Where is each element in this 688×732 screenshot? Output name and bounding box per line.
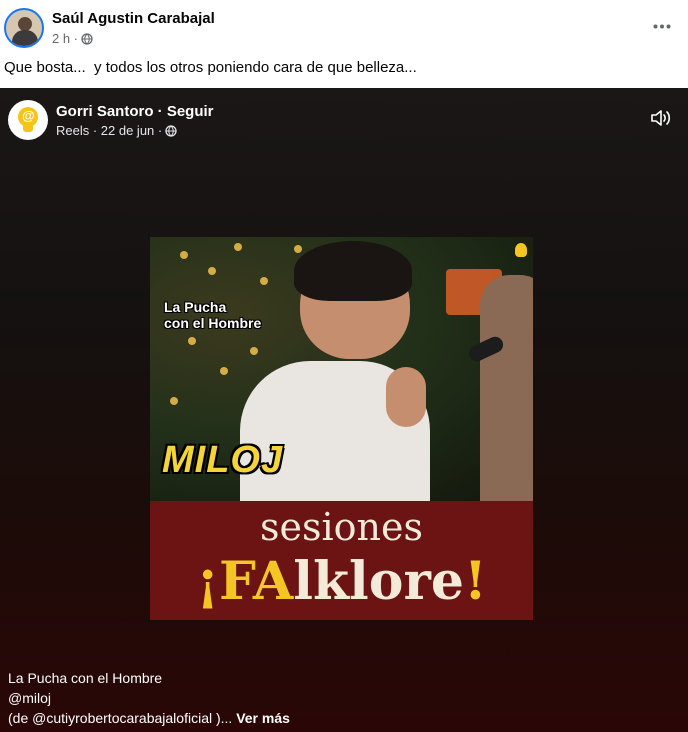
page-name-follow[interactable]: Gorri Santoro · Seguir [56, 103, 214, 120]
brand-excl-open: ¡ [196, 551, 220, 612]
video-song-title: La Pucha con el Hombre [164, 299, 262, 331]
shared-reel[interactable]: @ Gorri Santoro · Seguir Reels · 22 de j… [0, 88, 688, 732]
bokeh-light [234, 243, 242, 251]
guitarist-figure [480, 275, 533, 505]
post-header: Saúl Agustin Carabajal 2 h · [0, 0, 688, 52]
reel-caption: La Pucha con el Hombre @miloj (de @cutiy… [8, 668, 290, 728]
brand-rest: lklore [293, 551, 464, 612]
post-time[interactable]: 2 h · [52, 31, 78, 46]
speaker-icon[interactable] [650, 108, 674, 128]
reel-meta: Reels · 22 de jun · [56, 123, 177, 138]
author-name[interactable]: Saúl Agustin Carabajal [52, 10, 215, 27]
avatar-body [12, 30, 38, 46]
caption-line-2[interactable]: @miloj [8, 688, 290, 708]
reel-date[interactable]: Reels · 22 de jun · [56, 123, 162, 138]
caption-line-3: (de @cutiyrobertocarabajaloficial )... V… [8, 708, 290, 728]
post-meta: 2 h · [52, 31, 93, 46]
bokeh-light [170, 397, 178, 405]
reel-video[interactable]: La Pucha con el Hombre MILOJ sesiones ¡F… [150, 237, 533, 620]
bokeh-light [180, 251, 188, 259]
brand-falklore: ¡FAlklore! [150, 551, 533, 612]
singer-hand [386, 367, 426, 427]
globe-icon [81, 32, 93, 45]
bokeh-light [250, 347, 258, 355]
bokeh-light [208, 267, 216, 275]
brand-sesiones: sesiones [260, 505, 423, 549]
bulb-base [23, 126, 33, 132]
singer-hair [294, 241, 412, 301]
at-symbol-icon: @ [22, 108, 35, 123]
author-avatar[interactable] [4, 8, 44, 48]
post-text: Que bosta... y todos los otros poniendo … [4, 59, 417, 76]
bokeh-light [294, 245, 302, 253]
page-avatar[interactable]: @ [8, 100, 48, 140]
see-more-link[interactable]: Ver más [236, 710, 290, 726]
video-artist-tag: MILOJ [162, 439, 284, 481]
caption-line-1: La Pucha con el Hombre [8, 670, 163, 686]
bokeh-light [220, 367, 228, 375]
corner-bulb-icon [515, 243, 527, 257]
brand-excl-close: ! [463, 551, 487, 612]
more-dots-icon [653, 24, 671, 28]
globe-icon [165, 124, 177, 137]
caption-credit[interactable]: (de @cutiyrobertocarabajaloficial )... [8, 710, 236, 726]
more-options-button[interactable] [650, 16, 674, 36]
bokeh-light [260, 277, 268, 285]
bokeh-light [188, 337, 196, 345]
avatar-head [18, 17, 32, 31]
video-scene: La Pucha con el Hombre MILOJ [150, 237, 533, 511]
brand-fa: FA [219, 551, 294, 612]
